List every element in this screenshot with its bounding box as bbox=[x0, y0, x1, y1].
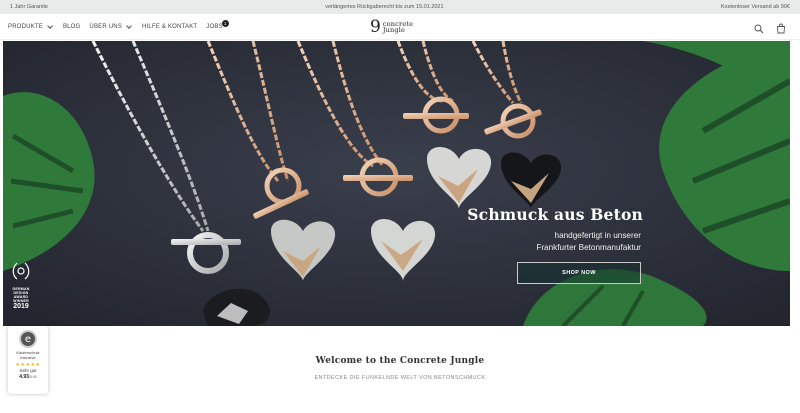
main-navigation: PRODUKTE BLOG ÜBER UNS HILFE & KONTAKT J… bbox=[0, 14, 800, 40]
hero-subtitle-line2: Frankfurter Betonmanufaktur bbox=[536, 243, 641, 252]
nav-item-produkte[interactable]: PRODUKTE bbox=[8, 23, 54, 30]
nav-item-ueber-uns[interactable]: ÜBER UNS bbox=[89, 23, 133, 30]
trust-seal-icon: e bbox=[19, 330, 37, 348]
chevron-down-icon bbox=[126, 23, 132, 29]
header-icons bbox=[754, 21, 786, 39]
announcement-returns: verlängertes Rückgaberecht bis zum 15.01… bbox=[325, 4, 444, 10]
nav-item-label: ÜBER UNS bbox=[89, 24, 123, 30]
award-year: 2019 bbox=[13, 303, 29, 310]
site-logo[interactable]: 9 concrete Jungle bbox=[370, 18, 413, 36]
nav-item-label: PRODUKTE bbox=[8, 24, 43, 30]
nav-item-jobs[interactable]: JOBS 1 bbox=[206, 20, 229, 30]
hero-subtitle: handgefertigt in unserer Frankfurter Bet… bbox=[443, 230, 641, 254]
announcement-bar: 1 Jahr Garantie verlängertes Rückgaberec… bbox=[0, 0, 800, 14]
award-text: GERMAN DESIGN AWARD WINNER bbox=[12, 287, 30, 303]
welcome-title: Welcome to the Concrete Jungle bbox=[315, 356, 485, 366]
german-design-award-badge: GERMAN DESIGN AWARD WINNER 2019 bbox=[7, 261, 35, 310]
main-menu: PRODUKTE BLOG ÜBER UNS HILFE & KONTAKT J… bbox=[8, 14, 229, 40]
shopping-bag-icon[interactable] bbox=[776, 21, 786, 39]
hero-jewelry-photo bbox=[3, 41, 790, 326]
jobs-count-badge: 1 bbox=[221, 20, 229, 27]
nav-item-blog[interactable]: BLOG bbox=[63, 24, 80, 30]
nav-item-label: JOBS bbox=[206, 24, 223, 30]
announcement-shipping: Kostenloser Versand ab 90€ bbox=[720, 4, 790, 10]
logo-mark: 9 bbox=[370, 16, 381, 37]
nav-item-hilfe-kontakt[interactable]: HILFE & KONTAKT bbox=[142, 24, 197, 30]
hero-subtitle-line1: handgefertigt in unserer bbox=[554, 231, 641, 240]
announcement-warranty: 1 Jahr Garantie bbox=[10, 4, 48, 10]
welcome-subtitle: ENTDECKE DIE FUNKELNDE WELT VON BETONSCH… bbox=[314, 375, 486, 381]
logo-wordmark: concrete Jungle bbox=[383, 21, 413, 34]
search-icon[interactable] bbox=[754, 21, 764, 39]
shop-now-button[interactable]: SHOP NOW bbox=[517, 262, 641, 284]
chevron-down-icon bbox=[47, 23, 53, 29]
nav-item-label: BLOG bbox=[62, 24, 81, 30]
nav-item-label: HILFE & KONTAKT bbox=[142, 24, 198, 30]
hero-banner[interactable]: Schmuck aus Beton handgefertigt in unser… bbox=[3, 41, 790, 326]
hero-title: Schmuck aus Beton bbox=[467, 205, 643, 224]
